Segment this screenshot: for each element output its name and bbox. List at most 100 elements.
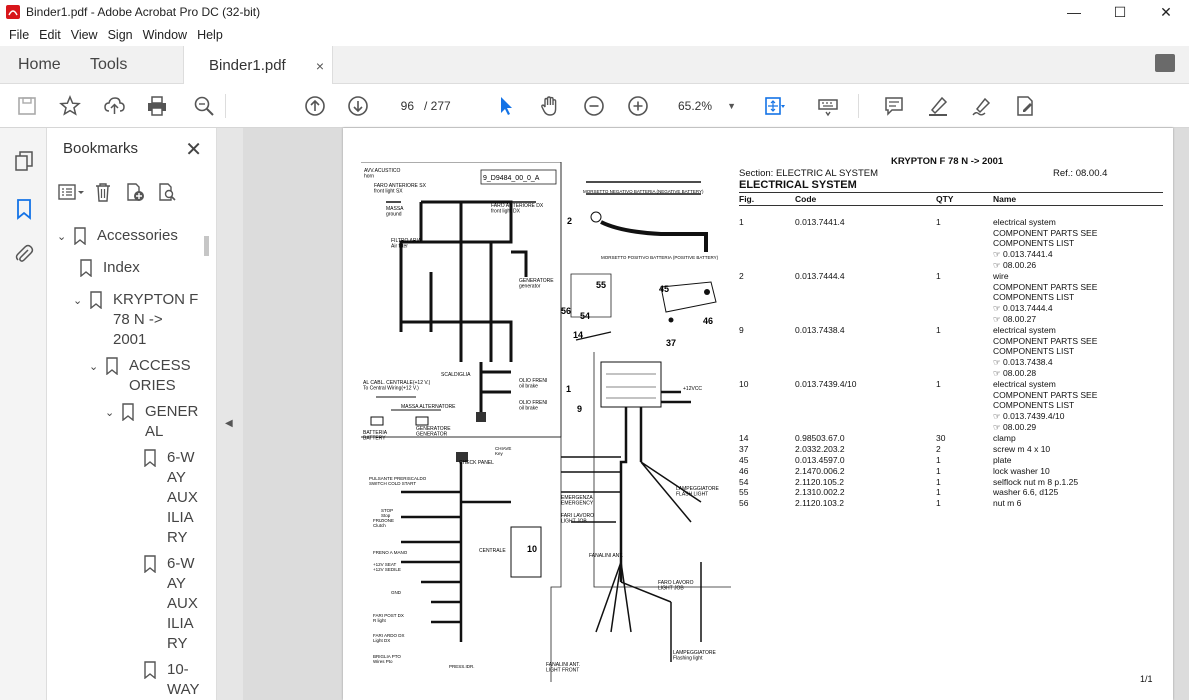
bookmark-general[interactable]: ⌄ GENER AL: [105, 402, 198, 442]
toolbar-separator: [858, 94, 859, 118]
next-page-icon[interactable]: [346, 94, 370, 118]
bookmark-flag-icon: [144, 555, 156, 573]
chevron-down-icon[interactable]: ⌄: [89, 357, 105, 377]
bookmark-index[interactable]: Index: [79, 258, 140, 278]
select-cursor-icon[interactable]: [494, 94, 518, 118]
row-name: washer 6.6, d125: [993, 487, 1059, 497]
keyboard-icon[interactable]: [816, 94, 840, 118]
diagram-label: FARI LAVORO LIGHT JOB: [561, 513, 594, 525]
previous-page-icon[interactable]: [303, 94, 327, 118]
bookmark-6way-2[interactable]: 6-W AY AUX ILIA RY: [143, 554, 198, 654]
menu-sign[interactable]: Sign: [108, 28, 133, 42]
bookmark-accessories-sub[interactable]: ⌄ ACCESS ORIES: [89, 356, 191, 396]
maximize-button[interactable]: ☐: [1097, 0, 1143, 24]
edit-pdf-icon[interactable]: [1013, 94, 1037, 118]
zoom-select[interactable]: 65.2% ▼: [670, 95, 740, 117]
new-bookmark-icon[interactable]: [121, 180, 149, 204]
menu-file[interactable]: File: [9, 28, 29, 42]
bookmark-flag-icon: [90, 291, 102, 309]
menu-help[interactable]: Help: [197, 28, 223, 42]
bookmark-10way[interactable]: 10- WAY: [143, 660, 200, 700]
diagram-label: PRESS.IDR.: [449, 664, 475, 669]
menu-view[interactable]: View: [71, 28, 98, 42]
options-menu-button[interactable]: [57, 180, 85, 204]
row-code: 2.1310.002.2: [795, 487, 845, 497]
find-bookmark-icon[interactable]: [153, 180, 181, 204]
zoom-value: 65.2%: [678, 99, 713, 113]
toolbar-separator: [225, 94, 226, 118]
acrobat-icon: [6, 5, 20, 19]
row-code: 2.1470.006.2: [795, 466, 845, 476]
diagram-label: GENERATORE GENERATOR: [416, 426, 451, 438]
minimize-button[interactable]: —: [1051, 0, 1097, 24]
row-qty: 1: [936, 487, 941, 497]
callout-number: 46: [703, 316, 713, 326]
page-number-input[interactable]: 96: [386, 95, 420, 117]
bookmark-accessories[interactable]: ⌄ Accessories: [57, 226, 178, 247]
diagram-label: LAMPEGGIATORE FLASH LIGHT: [676, 486, 720, 498]
row-name: nut m 6: [993, 498, 1022, 508]
pages-icon[interactable]: [13, 150, 35, 172]
print-icon[interactable]: [145, 94, 169, 118]
row-code: 0.013.7439.4/10: [795, 379, 857, 389]
row-name: electrical system COMPONENT PARTS SEE CO…: [993, 325, 1098, 378]
chevron-down-icon[interactable]: ⌄: [73, 291, 89, 311]
row-qty: 1: [936, 498, 941, 508]
delete-icon[interactable]: [89, 180, 117, 204]
diagram-label: GENERATORE generator: [519, 278, 554, 290]
close-tab-icon[interactable]: ×: [316, 58, 324, 74]
tab-document-label: Binder1.pdf: [209, 57, 286, 74]
document-section: Section: ELECTRIC AL SYSTEM: [739, 168, 879, 179]
comment-bubble-icon[interactable]: [1155, 54, 1175, 72]
diagram-label: PULSANTE PRERISCALDO SWITCH COLD START: [369, 476, 427, 486]
tab-home[interactable]: Home: [18, 46, 61, 84]
bookmark-label: 10- WAY: [167, 661, 200, 698]
comment-icon[interactable]: [882, 94, 906, 118]
collapse-arrow-icon[interactable]: ◀: [225, 418, 233, 429]
zoom-out-icon[interactable]: [582, 94, 606, 118]
zoom-search-icon[interactable]: [192, 94, 216, 118]
sign-icon[interactable]: [970, 94, 994, 118]
chevron-down-icon[interactable]: ⌄: [57, 227, 73, 247]
row-name: plate: [993, 455, 1012, 465]
fit-page-icon[interactable]: [762, 94, 786, 118]
menu-window[interactable]: Window: [143, 28, 187, 42]
diagram-label: EMERGENZA EMERGENCY: [561, 495, 594, 507]
bookmarks-panel: Bookmarks ✕ ⌄ Accessories Index ⌄ KRYPTO…: [47, 128, 217, 700]
document-heading: ELECTRICAL SYSTEM: [739, 179, 857, 191]
row-fig: 9: [739, 325, 744, 335]
page-total: / 277: [424, 99, 451, 113]
main-toolbar: 96 / 277 65.2% ▼: [0, 84, 1189, 128]
upload-icon[interactable]: [102, 94, 126, 118]
row-qty: 1: [936, 325, 941, 335]
bookmark-6way-1[interactable]: 6-W AY AUX ILIA RY: [143, 448, 198, 548]
hand-tool-icon[interactable]: [538, 94, 562, 118]
close-window-button[interactable]: ✕: [1143, 0, 1189, 24]
menu-edit[interactable]: Edit: [39, 28, 61, 42]
close-panel-icon[interactable]: ✕: [185, 137, 202, 162]
bookmarks-scrollbar[interactable]: [204, 236, 209, 256]
save-icon[interactable]: [15, 94, 39, 118]
callout-number: 54: [580, 311, 590, 321]
bookmark-flag-icon: [74, 227, 86, 245]
row-name: clamp: [993, 433, 1016, 443]
row-fig: 10: [739, 379, 749, 389]
document-ref: Ref.: 08.00.4: [1053, 168, 1108, 179]
zoom-in-icon[interactable]: [626, 94, 650, 118]
highlight-pen-icon[interactable]: [926, 94, 950, 118]
star-icon[interactable]: [58, 94, 82, 118]
chevron-down-icon[interactable]: ⌄: [105, 403, 121, 423]
tab-tools[interactable]: Tools: [90, 46, 127, 84]
bookmark-label: 6-W AY AUX ILIA RY: [167, 449, 198, 546]
diagram-label: STOP Stop: [381, 508, 393, 518]
bookmark-icon[interactable]: [13, 198, 35, 220]
document-view[interactable]: 9_D9484_00_0_A AVV.ACUSTICO horn FARO ANT…: [243, 128, 1189, 700]
diagram-label: CHIAVE Key: [495, 446, 511, 456]
row-fig: 37: [739, 444, 749, 454]
tab-document[interactable]: Binder1.pdf ×: [183, 46, 333, 85]
panel-splitter[interactable]: ◀: [217, 128, 243, 700]
diagram-label: FANALINI ANT. LIGHT FRONT: [546, 662, 580, 674]
row-name: electrical system COMPONENT PARTS SEE CO…: [993, 379, 1098, 432]
attachment-icon[interactable]: [13, 243, 35, 265]
bookmark-krypton[interactable]: ⌄ KRYPTON F 78 N -> 2001: [73, 290, 198, 350]
